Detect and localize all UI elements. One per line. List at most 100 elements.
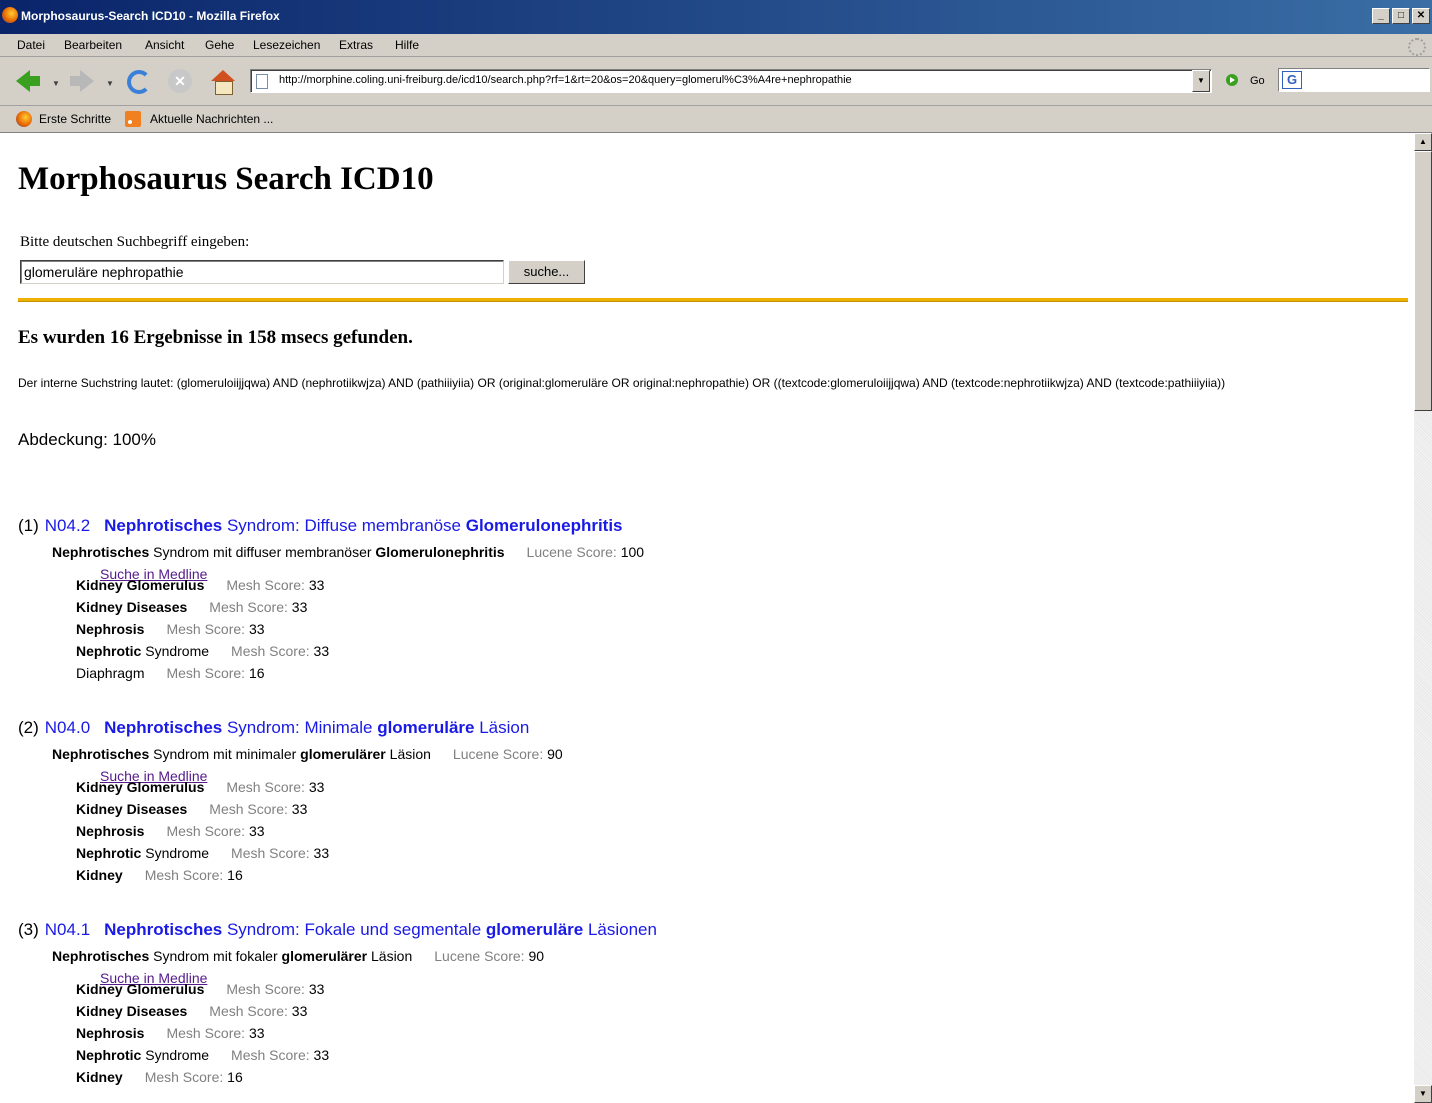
mesh-score-label: Mesh Score: bbox=[231, 845, 310, 861]
bookmark-erste-schritte[interactable]: Erste Schritte bbox=[39, 112, 111, 126]
result-title[interactable]: (2) N04.0 Nephrotisches Syndrom: Minimale … bbox=[18, 718, 529, 738]
result-diagnosis-link[interactable]: Nephrotisches Syndrom: Fokale und segmen… bbox=[104, 920, 657, 939]
result-subtitle: Nephrotisches Syndrom mit minimaler glom… bbox=[52, 746, 563, 762]
mesh-term: Kidney Glomerulus bbox=[76, 981, 205, 997]
results-count-heading: Es wurden 16 Ergebnisse in 158 msecs gef… bbox=[18, 327, 413, 348]
mesh-score-value: 33 bbox=[287, 599, 308, 615]
result-icd-code[interactable]: N04.0 bbox=[45, 718, 90, 737]
mesh-term-row: Kidney Diseases Mesh Score: 33 bbox=[76, 599, 307, 615]
result-diagnosis-link[interactable]: Nephrotisches Syndrom: Diffuse membranös… bbox=[104, 516, 622, 535]
window-title-bar[interactable]: Morphosaurus-Search ICD10 - Mozilla Fire… bbox=[0, 0, 1432, 34]
search-input[interactable] bbox=[20, 260, 504, 284]
scroll-thumb[interactable] bbox=[1414, 151, 1432, 411]
menu-hilfe[interactable]: Hilfe bbox=[395, 38, 419, 52]
web-search-input[interactable]: G bbox=[1278, 68, 1430, 92]
mesh-score-label: Mesh Score: bbox=[226, 779, 305, 795]
lucene-score-label: Lucene Score: bbox=[452, 746, 544, 762]
result-title-part: Glomerulonephritis bbox=[465, 516, 623, 535]
google-icon[interactable]: G bbox=[1282, 71, 1302, 89]
result-title-part: Syndrom: Fokale und segmentale bbox=[222, 920, 486, 939]
lucene-score-label: Lucene Score: bbox=[526, 544, 617, 560]
scroll-up-icon[interactable]: ▲ bbox=[1414, 133, 1432, 151]
minimize-button[interactable]: _ bbox=[1372, 8, 1390, 24]
vertical-scrollbar[interactable]: ▲ ▼ bbox=[1414, 133, 1432, 1103]
address-bar[interactable]: http://morphine.coling.uni-freiburg.de/i… bbox=[250, 69, 1212, 93]
result-subtitle-part: glomerulärer bbox=[300, 746, 386, 762]
mesh-term-row: Kidney Diseases Mesh Score: 33 bbox=[76, 1003, 307, 1019]
mesh-term-row: Kidney Glomerulus Mesh Score: 33 bbox=[76, 577, 324, 593]
result-title-part: Syndrom: Diffuse membranöse bbox=[222, 516, 466, 535]
mesh-term-row: Kidney Mesh Score: 16 bbox=[76, 1069, 243, 1085]
mesh-term-row: Nephrotic Syndrome Mesh Score: 33 bbox=[76, 643, 329, 659]
mesh-term: Kidney Diseases bbox=[76, 801, 188, 817]
mesh-score-value: 16 bbox=[245, 665, 265, 681]
menu-lesezeichen[interactable]: Lesezeichen bbox=[253, 38, 320, 52]
mesh-score-label: Mesh Score: bbox=[166, 621, 246, 637]
mesh-term-row: Diaphragm Mesh Score: 16 bbox=[76, 665, 265, 681]
result-subtitle-part: Nephrotisches bbox=[52, 544, 150, 560]
result-subtitle-part: Läsion bbox=[367, 948, 413, 964]
result-subtitle-part: Läsion bbox=[385, 746, 431, 762]
back-history-dropdown-icon[interactable]: ▼ bbox=[52, 79, 60, 88]
result-title[interactable]: (1) N04.2 Nephrotisches Syndrom: Diffuse m… bbox=[18, 516, 623, 536]
mesh-score-value: 33 bbox=[309, 643, 330, 659]
home-icon[interactable] bbox=[209, 68, 237, 95]
mesh-score-label: Mesh Score: bbox=[144, 867, 224, 883]
result-number: (3) bbox=[18, 920, 39, 939]
go-button-label[interactable]: Go bbox=[1250, 75, 1265, 87]
firefox-icon bbox=[2, 7, 18, 23]
mesh-score-label: Mesh Score: bbox=[166, 665, 246, 681]
result-subtitle-part: Nephrotisches bbox=[52, 746, 150, 762]
mesh-term-row: Nephrotic Syndrome Mesh Score: 33 bbox=[76, 1047, 329, 1063]
menu-datei[interactable]: Datei bbox=[17, 38, 45, 52]
bookmark-aktuelle-nachrichten[interactable]: Aktuelle Nachrichten ... bbox=[150, 112, 273, 126]
menu-gehe[interactable]: Gehe bbox=[205, 38, 234, 52]
navigation-toolbar: ▼ ▼ http://morphine.coling.uni-freiburg.… bbox=[0, 57, 1432, 106]
result-title-part: glomeruläre bbox=[485, 920, 584, 939]
menu-bar: Datei Bearbeiten Ansicht Gehe Lesezeiche… bbox=[0, 34, 1432, 57]
mesh-term-row: Nephrosis Mesh Score: 33 bbox=[76, 621, 265, 637]
address-url[interactable]: http://morphine.coling.uni-freiburg.de/i… bbox=[279, 74, 852, 86]
mesh-term: Syndrome bbox=[141, 1047, 210, 1063]
throbber-icon bbox=[1408, 38, 1426, 56]
internal-query-string: Der interne Suchstring lautet: (glomerul… bbox=[18, 376, 1226, 390]
mesh-score-label: Mesh Score: bbox=[231, 1047, 310, 1063]
forward-arrow-icon[interactable] bbox=[68, 68, 96, 94]
mesh-term: Nephrosis bbox=[76, 823, 145, 839]
scroll-down-icon[interactable]: ▼ bbox=[1414, 1085, 1432, 1103]
mesh-score-value: 33 bbox=[304, 981, 325, 997]
address-dropdown-icon[interactable]: ▼ bbox=[1192, 70, 1210, 92]
menu-bearbeiten[interactable]: Bearbeiten bbox=[64, 38, 122, 52]
result-subtitle-part: Syndrom mit fokaler bbox=[149, 948, 282, 964]
mesh-score-value: 33 bbox=[309, 1047, 330, 1063]
mesh-term: Kidney Diseases bbox=[76, 1003, 188, 1019]
mesh-score-value: 33 bbox=[245, 1025, 265, 1041]
forward-history-dropdown-icon[interactable]: ▼ bbox=[106, 79, 114, 88]
mesh-score-value: 33 bbox=[245, 621, 265, 637]
close-button[interactable]: ✕ bbox=[1412, 8, 1430, 24]
mesh-term: Kidney Glomerulus bbox=[76, 577, 205, 593]
back-arrow-icon[interactable] bbox=[14, 68, 42, 94]
maximize-button[interactable]: □ bbox=[1392, 8, 1410, 24]
reload-icon[interactable] bbox=[124, 68, 152, 94]
mesh-term: Kidney bbox=[76, 867, 123, 883]
mesh-score-value: 16 bbox=[223, 867, 243, 883]
page-icon bbox=[256, 74, 268, 89]
result-icd-code[interactable]: N04.1 bbox=[45, 920, 90, 939]
mesh-term: Syndrome bbox=[141, 845, 210, 861]
lucene-score-value: 100 bbox=[616, 544, 645, 560]
menu-extras[interactable]: Extras bbox=[339, 38, 373, 52]
result-subtitle-part: Syndrom mit minimaler bbox=[149, 746, 301, 762]
go-icon[interactable] bbox=[1226, 74, 1238, 86]
result-title[interactable]: (3) N04.1 Nephrotisches Syndrom: Fokale un… bbox=[18, 920, 657, 940]
mesh-term-row: Kidney Mesh Score: 16 bbox=[76, 867, 243, 883]
search-button[interactable]: suche... bbox=[508, 260, 585, 284]
result-icd-code[interactable]: N04.2 bbox=[45, 516, 90, 535]
mesh-term: Kidney Diseases bbox=[76, 599, 188, 615]
stop-icon[interactable] bbox=[166, 68, 194, 94]
mesh-score-label: Mesh Score: bbox=[209, 599, 288, 615]
menu-ansicht[interactable]: Ansicht bbox=[145, 38, 184, 52]
mesh-term-row: Nephrosis Mesh Score: 33 bbox=[76, 1025, 265, 1041]
mesh-score-value: 33 bbox=[287, 801, 308, 817]
result-diagnosis-link[interactable]: Nephrotisches Syndrom: Minimale glomerul… bbox=[104, 718, 529, 737]
